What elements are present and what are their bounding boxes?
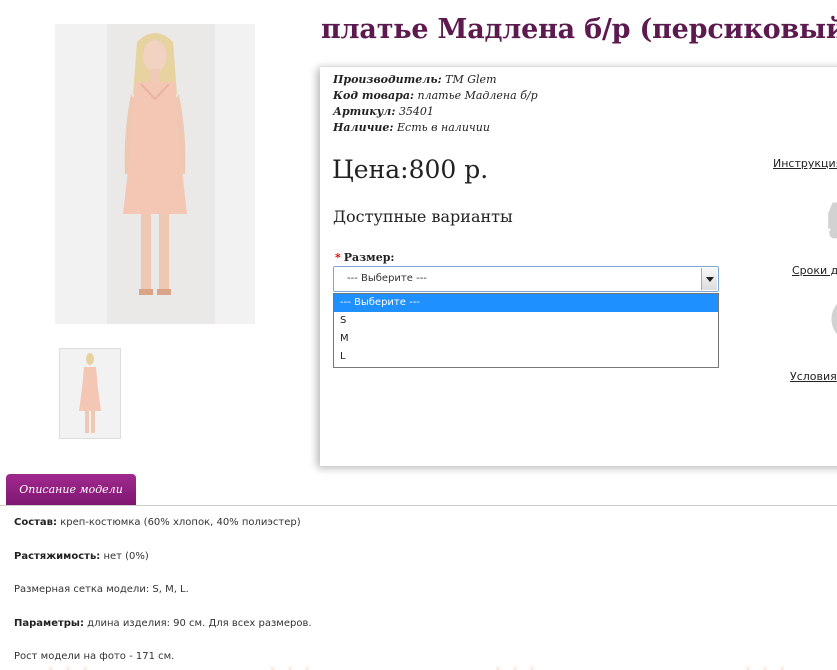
tab-divider	[0, 505, 837, 506]
decorative-dots: ◦ ◦ ◦	[48, 664, 93, 670]
desc-composition: Состав: креп-костюмка (60% хлопок, 40% п…	[14, 517, 301, 528]
size-dropdown-list: --- Выберите --- S M L	[333, 293, 719, 368]
truck-icon	[828, 202, 837, 239]
variants-heading: Доступные варианты	[333, 207, 513, 226]
instruction-link[interactable]: Инструкция	[773, 157, 837, 170]
decorative-dots: ◦ ◦ ◦	[495, 664, 540, 670]
conditions-link[interactable]: Условия	[790, 370, 837, 383]
size-option-m[interactable]: M	[334, 330, 718, 348]
meta-article: Артикул: 35401	[333, 105, 434, 118]
desc-size-grid: Размерная сетка модели: S, M, L.	[14, 584, 189, 595]
product-description: Состав: креп-костюмка (60% хлопок, 40% п…	[14, 516, 312, 670]
delivery-terms-link[interactable]: Сроки до	[792, 264, 837, 277]
meta-availability: Наличие: Есть в наличии	[333, 121, 490, 134]
question-icon	[831, 304, 837, 335]
desc-parameters: Параметры: длина изделия: 90 см. Для все…	[14, 617, 312, 629]
product-price: Цена:800 р.	[332, 155, 489, 184]
product-main-image[interactable]	[55, 24, 255, 324]
decorative-dots: ◦ ◦ ◦	[270, 664, 315, 670]
tab-description[interactable]: Описание модели	[6, 474, 136, 506]
info-icon	[808, 84, 837, 132]
size-option-s[interactable]: S	[334, 312, 718, 330]
meta-manufacturer: Производитель: ТМ Glem	[333, 73, 497, 86]
size-select-value: --- Выберите ---	[347, 273, 427, 284]
size-label: * Размер:	[335, 251, 395, 264]
chevron-down-icon[interactable]	[701, 268, 717, 290]
product-meta: Производитель: ТМ Glem Код товара: плать…	[333, 72, 538, 136]
decorative-dots: ◦ ◦ ◦	[745, 664, 790, 670]
size-select[interactable]: --- Выберите ---	[333, 266, 719, 292]
size-option-l[interactable]: L	[334, 348, 718, 366]
desc-stretch: Растяжимость: нет (0%)	[14, 550, 149, 562]
product-title: платье Мадлена б/р (персиковый)	[321, 14, 837, 45]
size-option-placeholder[interactable]: --- Выберите ---	[334, 294, 718, 312]
meta-product-code: Код товара: платье Мадлена б/р	[333, 89, 538, 102]
product-thumbnail[interactable]	[59, 348, 121, 439]
